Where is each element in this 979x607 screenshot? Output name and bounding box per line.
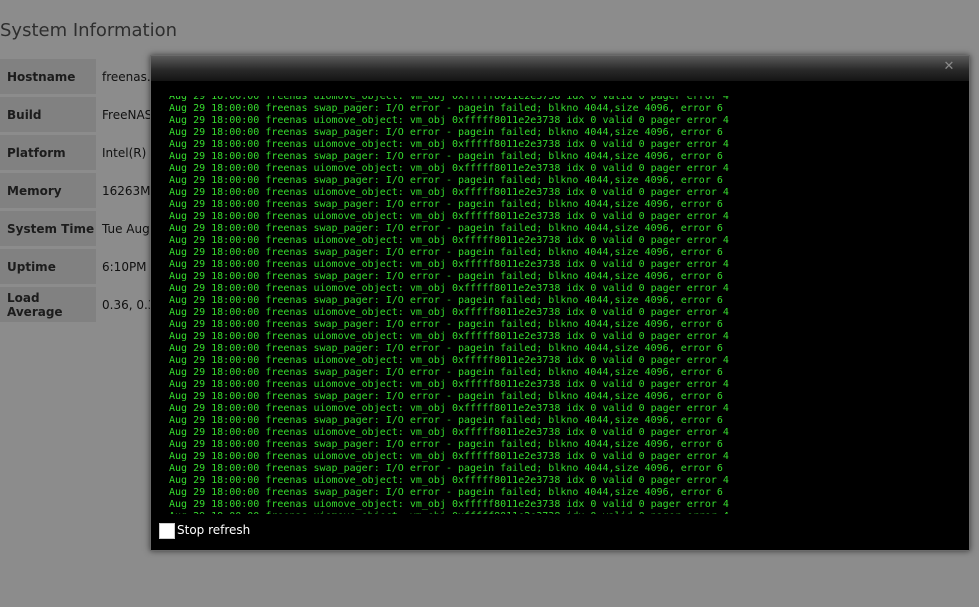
log-line: Aug 29 18:00:00 freenas uiomove_object: … [169, 403, 729, 414]
log-line: Aug 29 18:00:00 freenas swap_pager: I/O … [169, 271, 723, 282]
log-dialog: ✕ Aug 29 18:00:00 freenas uiomove_object… [150, 55, 970, 551]
log-line: Aug 29 18:00:00 freenas swap_pager: I/O … [169, 415, 723, 426]
log-line: Aug 29 18:00:00 freenas uiomove_object: … [169, 96, 729, 102]
log-line: Aug 29 18:00:00 freenas uiomove_object: … [169, 379, 729, 390]
log-line: Aug 29 18:00:00 freenas uiomove_object: … [169, 259, 729, 270]
log-line: Aug 29 18:00:00 freenas uiomove_object: … [169, 475, 729, 486]
log-line: Aug 29 18:00:00 freenas swap_pager: I/O … [169, 247, 723, 258]
close-icon[interactable]: ✕ [943, 60, 955, 73]
log-line: Aug 29 18:00:00 freenas swap_pager: I/O … [169, 103, 723, 114]
log-line: Aug 29 18:00:00 freenas uiomove_object: … [169, 307, 729, 318]
log-line: Aug 29 18:00:00 freenas uiomove_object: … [169, 331, 729, 342]
log-line: Aug 29 18:00:00 freenas swap_pager: I/O … [169, 223, 723, 234]
dialog-header[interactable]: ✕ [151, 56, 969, 81]
stop-refresh-checkbox[interactable] [159, 523, 175, 539]
log-line: Aug 29 18:00:00 freenas uiomove_object: … [169, 511, 729, 514]
log-line: Aug 29 18:00:00 freenas swap_pager: I/O … [169, 175, 723, 186]
log-line: Aug 29 18:00:00 freenas swap_pager: I/O … [169, 367, 723, 378]
log-line: Aug 29 18:00:00 freenas swap_pager: I/O … [169, 391, 723, 402]
log-line: Aug 29 18:00:00 freenas swap_pager: I/O … [169, 343, 723, 354]
log-line: Aug 29 18:00:00 freenas swap_pager: I/O … [169, 487, 723, 498]
log-line: Aug 29 18:00:00 freenas uiomove_object: … [169, 427, 729, 438]
log-line: Aug 29 18:00:00 freenas swap_pager: I/O … [169, 463, 723, 474]
log-line: Aug 29 18:00:00 freenas swap_pager: I/O … [169, 319, 723, 330]
log-line: Aug 29 18:00:00 freenas swap_pager: I/O … [169, 151, 723, 162]
log-line: Aug 29 18:00:00 freenas swap_pager: I/O … [169, 199, 723, 210]
log-line: Aug 29 18:00:00 freenas uiomove_object: … [169, 139, 729, 150]
log-line: Aug 29 18:00:00 freenas uiomove_object: … [169, 451, 729, 462]
log-line: Aug 29 18:00:00 freenas uiomove_object: … [169, 499, 729, 510]
log-line: Aug 29 18:00:00 freenas uiomove_object: … [169, 187, 729, 198]
log-line: Aug 29 18:00:00 freenas uiomove_object: … [169, 163, 729, 174]
log-line: Aug 29 18:00:00 freenas swap_pager: I/O … [169, 127, 723, 138]
log-line: Aug 29 18:00:00 freenas uiomove_object: … [169, 235, 729, 246]
log-line: Aug 29 18:00:00 freenas uiomove_object: … [169, 211, 729, 222]
log-line: Aug 29 18:00:00 freenas uiomove_object: … [169, 283, 729, 294]
log-line: Aug 29 18:00:00 freenas swap_pager: I/O … [169, 439, 723, 450]
log-line: Aug 29 18:00:00 freenas swap_pager: I/O … [169, 295, 723, 306]
log-lines: Aug 29 18:00:00 freenas uiomove_object: … [169, 96, 729, 514]
log-line: Aug 29 18:00:00 freenas uiomove_object: … [169, 115, 729, 126]
log-output[interactable]: Aug 29 18:00:00 freenas uiomove_object: … [167, 96, 957, 514]
log-line: Aug 29 18:00:00 freenas uiomove_object: … [169, 355, 729, 366]
stop-refresh-label[interactable]: Stop refresh [177, 523, 250, 537]
